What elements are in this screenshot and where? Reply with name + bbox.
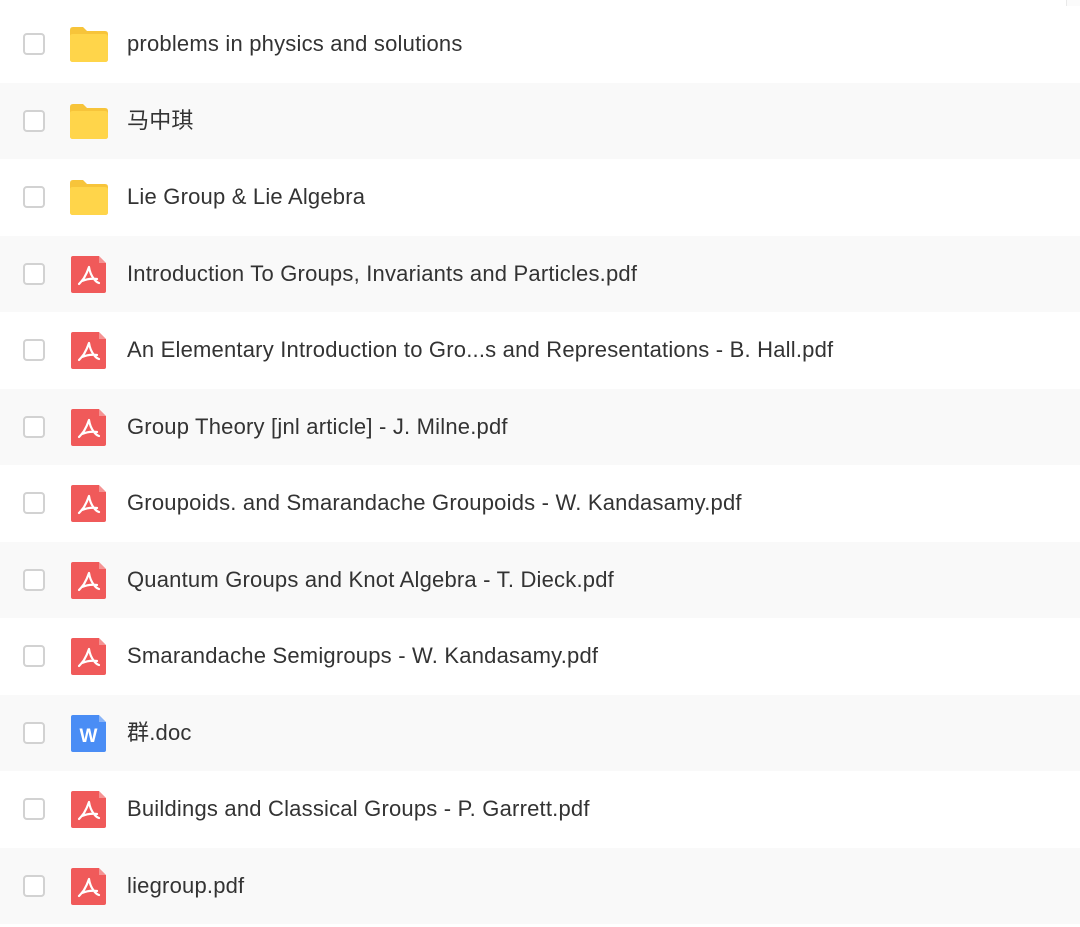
- pdf-icon: [68, 330, 110, 370]
- file-row[interactable]: problems in physics and solutions: [0, 6, 1080, 83]
- row-checkbox[interactable]: [23, 721, 45, 744]
- file-row[interactable]: Introduction To Groups, Invariants and P…: [0, 235, 1080, 313]
- file-name[interactable]: Lie Group & Lie Algebra: [127, 159, 365, 236]
- row-checkbox[interactable]: [23, 492, 45, 514]
- row-checkbox[interactable]: [23, 798, 45, 820]
- row-checkbox[interactable]: [23, 262, 45, 285]
- file-row[interactable]: Quantum Groups and Knot Algebra - T. Die…: [0, 541, 1080, 619]
- word-doc-icon: W: [68, 713, 110, 753]
- file-name[interactable]: 马中琪: [127, 83, 194, 160]
- file-row[interactable]: liegroup.pdf: [0, 847, 1080, 925]
- file-name[interactable]: Groupoids. and Smarandache Groupoids - W…: [127, 465, 742, 542]
- pdf-icon: [68, 560, 110, 600]
- row-checkbox[interactable]: [23, 645, 45, 667]
- file-list: problems in physics and solutions 马中琪 Li…: [0, 0, 1080, 927]
- file-name[interactable]: liegroup.pdf: [127, 848, 244, 925]
- file-row[interactable]: Groupoids. and Smarandache Groupoids - W…: [0, 465, 1080, 542]
- folder-icon: [68, 177, 110, 217]
- pdf-icon: [68, 483, 110, 523]
- row-checkbox[interactable]: [23, 33, 45, 55]
- row-checkbox[interactable]: [23, 109, 45, 132]
- pdf-icon: [68, 866, 110, 906]
- file-name[interactable]: Buildings and Classical Groups - P. Garr…: [127, 771, 590, 848]
- file-row[interactable]: Group Theory [jnl article] - J. Milne.pd…: [0, 388, 1080, 466]
- pdf-icon: [68, 254, 110, 294]
- folder-icon: [68, 24, 110, 64]
- row-checkbox[interactable]: [23, 339, 45, 361]
- folder-icon: [68, 101, 110, 141]
- file-rows: problems in physics and solutions 马中琪 Li…: [0, 6, 1080, 924]
- pdf-icon: [68, 636, 110, 676]
- file-row[interactable]: W 群.doc: [0, 694, 1080, 772]
- file-name[interactable]: problems in physics and solutions: [127, 6, 463, 83]
- file-row[interactable]: 马中琪: [0, 82, 1080, 160]
- file-name[interactable]: Quantum Groups and Knot Algebra - T. Die…: [127, 542, 614, 619]
- file-name[interactable]: Group Theory [jnl article] - J. Milne.pd…: [127, 389, 508, 466]
- word-doc-letter: W: [80, 726, 98, 747]
- row-checkbox[interactable]: [23, 186, 45, 208]
- pdf-icon: [68, 407, 110, 447]
- file-row[interactable]: Buildings and Classical Groups - P. Garr…: [0, 771, 1080, 848]
- file-name[interactable]: Introduction To Groups, Invariants and P…: [127, 236, 637, 313]
- row-checkbox[interactable]: [23, 568, 45, 591]
- file-name[interactable]: 群.doc: [127, 695, 192, 772]
- file-name[interactable]: Smarandache Semigroups - W. Kandasamy.pd…: [127, 618, 598, 695]
- file-row[interactable]: Lie Group & Lie Algebra: [0, 159, 1080, 236]
- file-row[interactable]: An Elementary Introduction to Gro...s an…: [0, 312, 1080, 389]
- file-name[interactable]: An Elementary Introduction to Gro...s an…: [127, 312, 833, 389]
- pdf-icon: [68, 789, 110, 829]
- row-checkbox[interactable]: [23, 415, 45, 438]
- row-checkbox[interactable]: [23, 874, 45, 897]
- file-row[interactable]: Smarandache Semigroups - W. Kandasamy.pd…: [0, 618, 1080, 695]
